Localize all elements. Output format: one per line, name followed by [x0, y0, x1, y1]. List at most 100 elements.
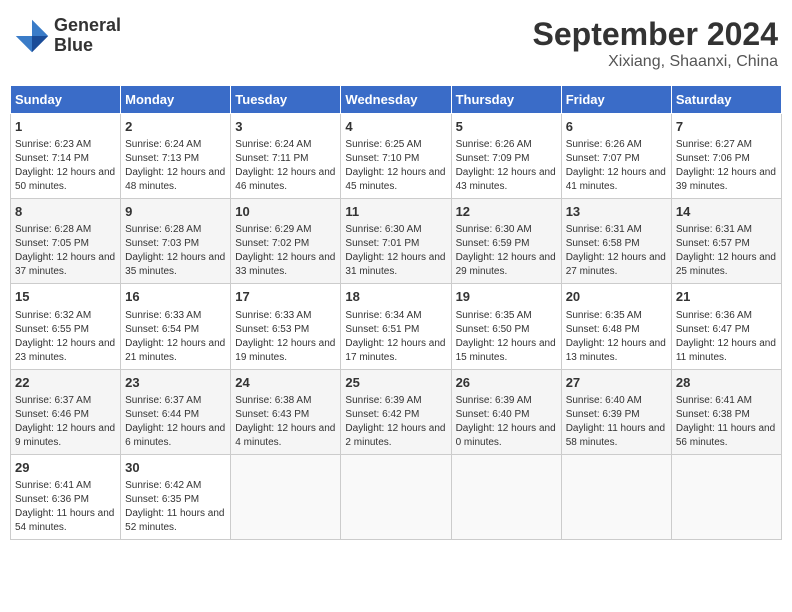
calendar-cell: 3 Sunrise: 6:24 AMSunset: 7:11 PMDaylight…	[231, 114, 341, 199]
day-info: Sunrise: 6:41 AMSunset: 6:38 PMDaylight:…	[676, 394, 777, 450]
day-number: 6	[566, 118, 667, 136]
calendar-cell: 30 Sunrise: 6:42 AMSunset: 6:35 PMDayligh…	[121, 454, 231, 539]
day-info: Sunrise: 6:23 AMSunset: 7:14 PMDaylight:…	[15, 138, 116, 194]
calendar-cell: 2 Sunrise: 6:24 AMSunset: 7:13 PMDaylight…	[121, 114, 231, 199]
day-number: 23	[125, 374, 226, 392]
weekday-header-monday: Monday	[121, 86, 231, 114]
calendar-cell: 22Sunrise: 6:37 AMSunset: 6:46 PMDayligh…	[11, 369, 121, 454]
calendar-cell: 4 Sunrise: 6:25 AMSunset: 7:10 PMDaylight…	[341, 114, 451, 199]
day-info: Sunrise: 6:28 AMSunset: 7:03 PMDaylight:…	[125, 223, 226, 279]
calendar-cell: 12 Sunrise: 6:30 AMSunset: 6:59 PMDayligh…	[451, 199, 561, 284]
day-number: 30	[125, 459, 226, 477]
day-number: 8	[15, 203, 116, 221]
calendar-cell: 26 Sunrise: 6:39 AMSunset: 6:40 PMDayligh…	[451, 369, 561, 454]
day-info: Sunrise: 6:32 AMSunset: 6:55 PMDaylight:…	[15, 309, 116, 365]
title-block: September 2024 Xixiang, Shaanxi, China	[533, 16, 778, 71]
calendar-cell: 21Sunrise: 6:36 AMSunset: 6:47 PMDayligh…	[671, 284, 781, 369]
calendar-cell: 20Sunrise: 6:35 AMSunset: 6:48 PMDayligh…	[561, 284, 671, 369]
day-number: 10	[235, 203, 336, 221]
day-number: 9	[125, 203, 226, 221]
day-info: Sunrise: 6:42 AMSunset: 6:35 PMDaylight:…	[125, 479, 226, 535]
calendar-cell: 7 Sunrise: 6:27 AMSunset: 7:06 PMDaylight…	[671, 114, 781, 199]
weekday-header-wednesday: Wednesday	[341, 86, 451, 114]
page-subtitle: Xixiang, Shaanxi, China	[533, 53, 778, 71]
day-number: 12	[456, 203, 557, 221]
calendar-cell: 23 Sunrise: 6:37 AMSunset: 6:44 PMDayligh…	[121, 369, 231, 454]
calendar-cell	[341, 454, 451, 539]
calendar-cell: 25Sunrise: 6:39 AMSunset: 6:42 PMDayligh…	[341, 369, 451, 454]
calendar-cell: 11Sunrise: 6:30 AMSunset: 7:01 PMDayligh…	[341, 199, 451, 284]
calendar-cell: 27Sunrise: 6:40 AMSunset: 6:39 PMDayligh…	[561, 369, 671, 454]
logo-text: General Blue	[54, 16, 121, 56]
day-info: Sunrise: 6:31 AMSunset: 6:57 PMDaylight:…	[676, 223, 777, 279]
day-info: Sunrise: 6:39 AMSunset: 6:40 PMDaylight:…	[456, 394, 557, 450]
weekday-header-thursday: Thursday	[451, 86, 561, 114]
day-info: Sunrise: 6:37 AMSunset: 6:44 PMDaylight:…	[125, 394, 226, 450]
day-info: Sunrise: 6:24 AMSunset: 7:13 PMDaylight:…	[125, 138, 226, 194]
day-number: 13	[566, 203, 667, 221]
calendar-cell	[451, 454, 561, 539]
weekday-header-tuesday: Tuesday	[231, 86, 341, 114]
calendar-cell: 18 Sunrise: 6:34 AMSunset: 6:51 PMDayligh…	[341, 284, 451, 369]
day-number: 22	[15, 374, 116, 392]
calendar-cell: 14 Sunrise: 6:31 AMSunset: 6:57 PMDayligh…	[671, 199, 781, 284]
page-title: September 2024	[533, 16, 778, 53]
calendar-cell: 1 Sunrise: 6:23 AMSunset: 7:14 PMDaylight…	[11, 114, 121, 199]
weekday-header-friday: Friday	[561, 86, 671, 114]
logo: General Blue	[14, 16, 121, 56]
page-header: General Blue September 2024 Xixiang, Sha…	[10, 10, 782, 77]
calendar-table: SundayMondayTuesdayWednesdayThursdayFrid…	[10, 85, 782, 540]
day-number: 1	[15, 118, 116, 136]
calendar-cell: 8 Sunrise: 6:28 AMSunset: 7:05 PMDaylight…	[11, 199, 121, 284]
day-info: Sunrise: 6:35 AMSunset: 6:50 PMDaylight:…	[456, 309, 557, 365]
weekday-header-saturday: Saturday	[671, 86, 781, 114]
calendar-cell: 29 Sunrise: 6:41 AMSunset: 6:36 PMDayligh…	[11, 454, 121, 539]
calendar-cell	[561, 454, 671, 539]
calendar-cell: 17 Sunrise: 6:33 AMSunset: 6:53 PMDayligh…	[231, 284, 341, 369]
day-info: Sunrise: 6:30 AMSunset: 6:59 PMDaylight:…	[456, 223, 557, 279]
day-info: Sunrise: 6:24 AMSunset: 7:11 PMDaylight:…	[235, 138, 336, 194]
day-number: 17	[235, 288, 336, 306]
day-number: 19	[456, 288, 557, 306]
day-info: Sunrise: 6:31 AMSunset: 6:58 PMDaylight:…	[566, 223, 667, 279]
logo-icon	[14, 18, 50, 54]
day-info: Sunrise: 6:33 AMSunset: 6:53 PMDaylight:…	[235, 309, 336, 365]
day-info: Sunrise: 6:33 AMSunset: 6:54 PMDaylight:…	[125, 309, 226, 365]
calendar-cell: 5 Sunrise: 6:26 AMSunset: 7:09 PMDaylight…	[451, 114, 561, 199]
day-number: 25	[345, 374, 446, 392]
calendar-cell: 15 Sunrise: 6:32 AMSunset: 6:55 PMDayligh…	[11, 284, 121, 369]
day-number: 28	[676, 374, 777, 392]
calendar-cell: 9 Sunrise: 6:28 AMSunset: 7:03 PMDaylight…	[121, 199, 231, 284]
day-number: 11	[345, 203, 446, 221]
day-info: Sunrise: 6:41 AMSunset: 6:36 PMDaylight:…	[15, 479, 116, 535]
calendar-cell: 16 Sunrise: 6:33 AMSunset: 6:54 PMDayligh…	[121, 284, 231, 369]
day-number: 24	[235, 374, 336, 392]
day-number: 14	[676, 203, 777, 221]
day-info: Sunrise: 6:28 AMSunset: 7:05 PMDaylight:…	[15, 223, 116, 279]
calendar-cell	[231, 454, 341, 539]
weekday-header-sunday: Sunday	[11, 86, 121, 114]
calendar-cell: 13 Sunrise: 6:31 AMSunset: 6:58 PMDayligh…	[561, 199, 671, 284]
day-number: 27	[566, 374, 667, 392]
day-info: Sunrise: 6:38 AMSunset: 6:43 PMDaylight:…	[235, 394, 336, 450]
day-info: Sunrise: 6:27 AMSunset: 7:06 PMDaylight:…	[676, 138, 777, 194]
calendar-cell: 19 Sunrise: 6:35 AMSunset: 6:50 PMDayligh…	[451, 284, 561, 369]
day-number: 18	[345, 288, 446, 306]
day-info: Sunrise: 6:34 AMSunset: 6:51 PMDaylight:…	[345, 309, 446, 365]
calendar-cell: 24 Sunrise: 6:38 AMSunset: 6:43 PMDayligh…	[231, 369, 341, 454]
day-number: 15	[15, 288, 116, 306]
day-number: 5	[456, 118, 557, 136]
day-number: 3	[235, 118, 336, 136]
day-info: Sunrise: 6:26 AMSunset: 7:09 PMDaylight:…	[456, 138, 557, 194]
day-number: 7	[676, 118, 777, 136]
calendar-cell	[671, 454, 781, 539]
calendar-cell: 6Sunrise: 6:26 AMSunset: 7:07 PMDaylight…	[561, 114, 671, 199]
day-number: 2	[125, 118, 226, 136]
day-info: Sunrise: 6:29 AMSunset: 7:02 PMDaylight:…	[235, 223, 336, 279]
day-number: 4	[345, 118, 446, 136]
day-number: 29	[15, 459, 116, 477]
day-number: 26	[456, 374, 557, 392]
day-number: 20	[566, 288, 667, 306]
day-number: 16	[125, 288, 226, 306]
day-info: Sunrise: 6:25 AMSunset: 7:10 PMDaylight:…	[345, 138, 446, 194]
